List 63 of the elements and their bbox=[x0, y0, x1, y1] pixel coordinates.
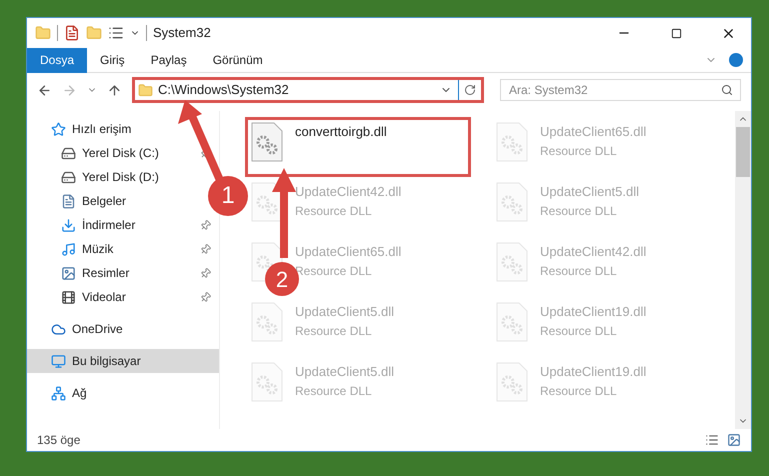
scrollbar[interactable] bbox=[735, 111, 751, 429]
details-view-icon[interactable] bbox=[705, 433, 719, 447]
search-icon[interactable] bbox=[721, 84, 733, 96]
sidebar-item[interactable]: Videolar bbox=[27, 285, 219, 309]
back-icon[interactable] bbox=[37, 82, 52, 98]
file-type: Resource DLL bbox=[295, 382, 373, 400]
scrollbar-thumb[interactable] bbox=[736, 127, 750, 177]
file-type: Resource DLL bbox=[540, 262, 618, 280]
view-icon[interactable] bbox=[108, 25, 124, 41]
item-count: 135 öge bbox=[37, 432, 82, 449]
file-name[interactable]: converttoirgb.dll bbox=[295, 122, 387, 142]
file-gears-icon bbox=[496, 302, 528, 342]
drive-icon bbox=[61, 146, 76, 160]
file-gears-icon bbox=[251, 362, 283, 402]
sidebar-item[interactable]: Müzik bbox=[27, 237, 219, 261]
film-icon bbox=[61, 290, 76, 304]
ribbon-tab[interactable]: Paylaş bbox=[138, 48, 200, 72]
folder-icon bbox=[138, 82, 153, 98]
ribbon-tab[interactable]: Görünüm bbox=[200, 48, 276, 72]
large-icons-view-icon[interactable] bbox=[727, 433, 741, 447]
up-icon[interactable] bbox=[107, 82, 122, 98]
file-gears-icon bbox=[496, 122, 528, 162]
download-icon bbox=[61, 218, 76, 232]
music-note-icon bbox=[61, 242, 76, 256]
sidebar-item[interactable]: OneDrive bbox=[27, 317, 127, 341]
address-path: C:\Windows\System32 bbox=[158, 81, 290, 100]
sidebar-item[interactable]: Hızlı erişim bbox=[27, 117, 136, 141]
sidebar-item[interactable]: Belgeler bbox=[27, 189, 130, 213]
ribbon-tab[interactable]: Dosya bbox=[27, 48, 88, 72]
selection-frame[interactable]: converttoirgb.dll bbox=[245, 117, 471, 177]
file-gears-icon bbox=[496, 362, 528, 402]
sidebar-item[interactable]: İndirmeler bbox=[27, 213, 219, 237]
address-bar[interactable]: C:\Windows\System32 bbox=[132, 77, 484, 103]
search-field[interactable]: Ara: System32 bbox=[500, 79, 741, 101]
file-type: Resource DLL bbox=[540, 382, 618, 400]
network-icon bbox=[51, 386, 66, 400]
help-icon[interactable] bbox=[729, 53, 743, 67]
file-gears-icon bbox=[251, 302, 283, 342]
monitor-icon bbox=[51, 354, 66, 368]
sidebar-item[interactable]: Resimler bbox=[27, 261, 219, 285]
sidebar-item[interactable]: Yerel Disk (C:) bbox=[27, 141, 219, 165]
ribbon-tab[interactable]: Giriş bbox=[87, 48, 138, 72]
refresh-icon[interactable] bbox=[464, 84, 476, 96]
file-type: Resource DLL bbox=[295, 202, 373, 220]
file-type: Resource DLL bbox=[540, 142, 618, 160]
file-gears-icon bbox=[251, 122, 283, 162]
properties-icon[interactable] bbox=[64, 25, 80, 41]
file-type: Resource DLL bbox=[540, 202, 618, 220]
sidebar-item[interactable]: Yerel Disk (D:) bbox=[27, 165, 163, 189]
sidebar-item[interactable]: Ağ bbox=[27, 381, 91, 405]
file-type: Resource DLL bbox=[295, 322, 373, 340]
window-title: System32 bbox=[153, 24, 212, 42]
file-gears-icon bbox=[496, 242, 528, 282]
cloud-icon bbox=[51, 322, 66, 336]
maximize-icon bbox=[670, 28, 682, 38]
file-gears-icon bbox=[496, 182, 528, 222]
star-icon bbox=[51, 122, 66, 136]
file-gears-icon bbox=[251, 182, 283, 222]
sidebar-item[interactable]: Bu bilgisayar bbox=[27, 349, 219, 373]
file-type: Resource DLL bbox=[540, 322, 618, 340]
picture-icon bbox=[61, 266, 76, 280]
drive-icon bbox=[61, 170, 76, 184]
document-icon bbox=[61, 194, 76, 208]
